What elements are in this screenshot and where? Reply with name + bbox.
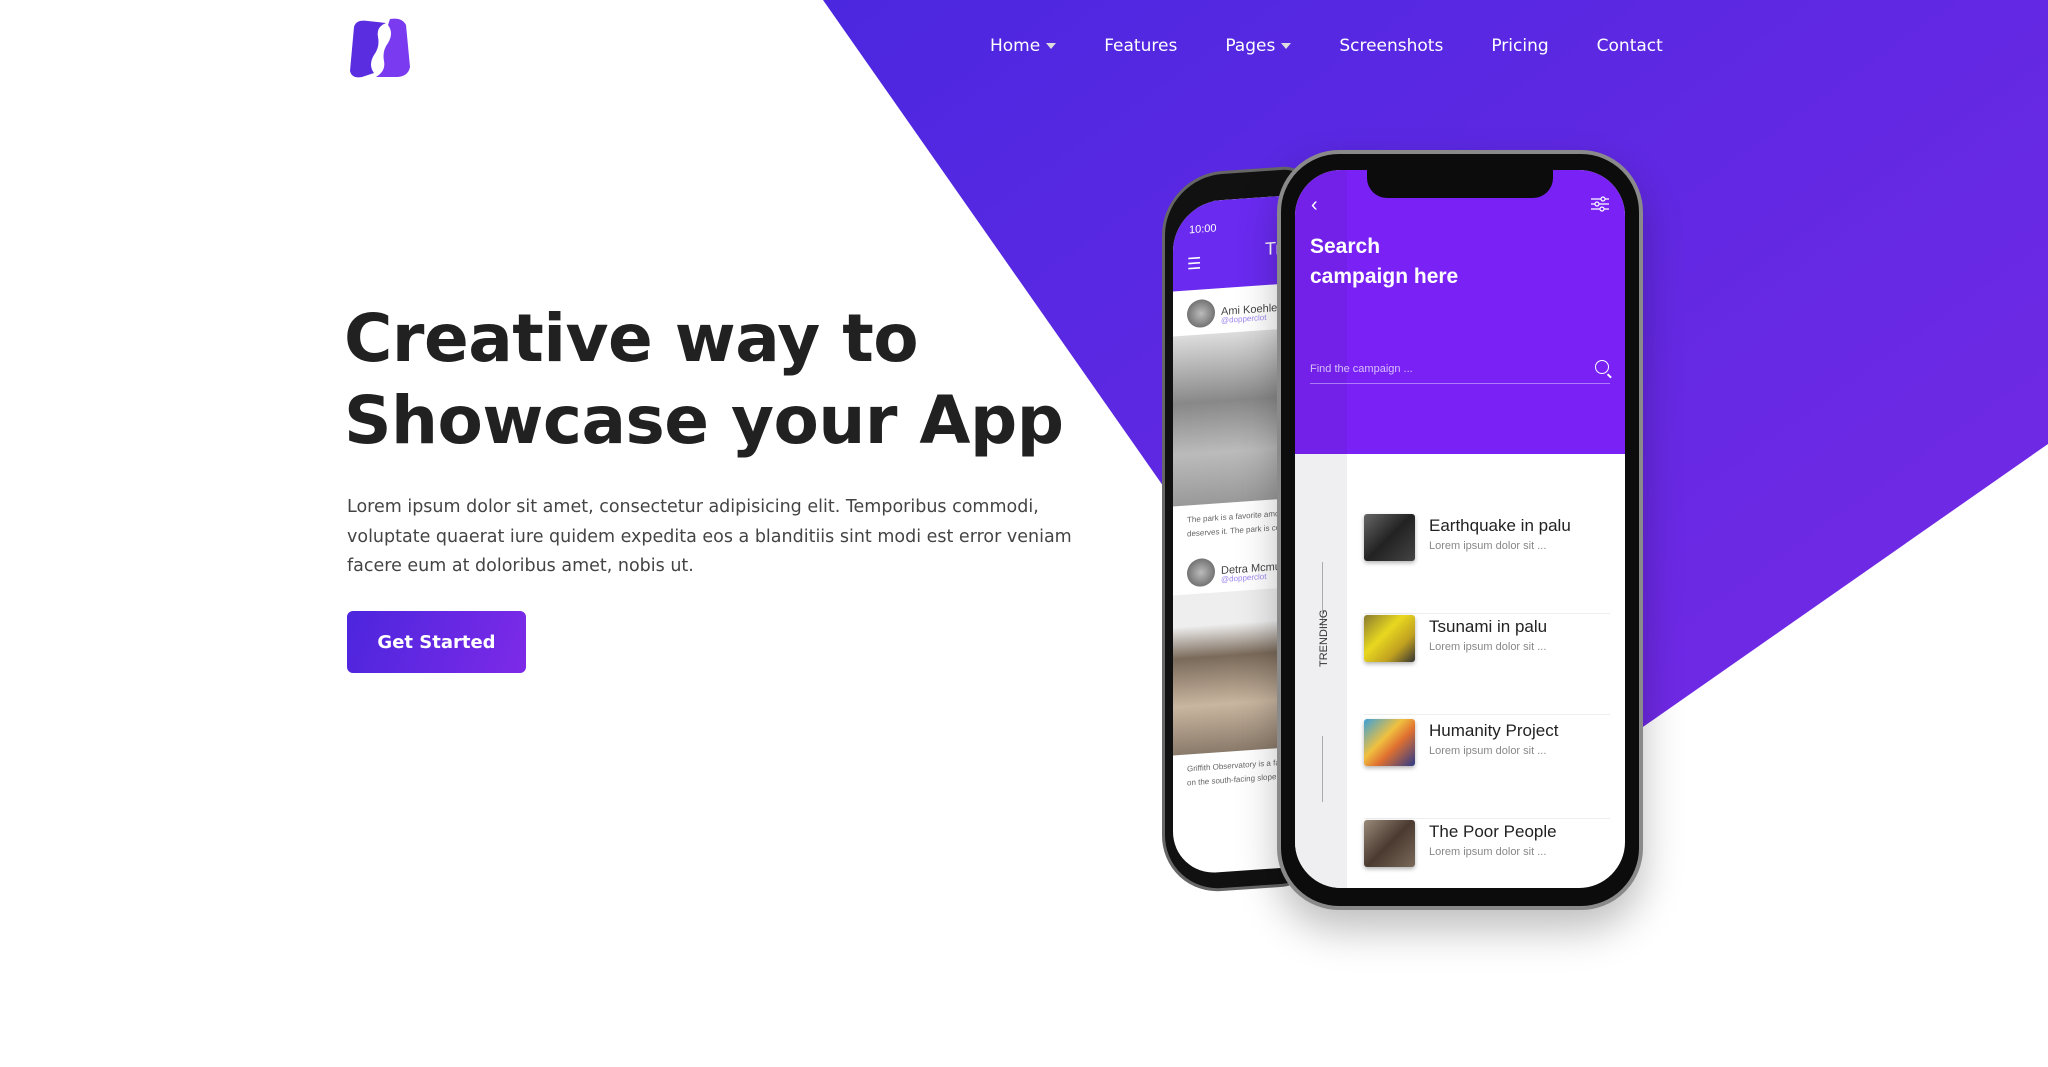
get-started-button[interactable]: Get Started — [347, 611, 526, 673]
campaign-title: Humanity Project — [1429, 721, 1559, 740]
search-icon[interactable] — [1595, 360, 1609, 374]
main-nav: Home Features Pages Screenshots Pricing … — [990, 36, 1663, 56]
campaign-subtitle: Lorem ipsum dolor sit ... — [1429, 745, 1547, 757]
trending-label: TRENDING — [1318, 609, 1330, 667]
brand-logo[interactable] — [346, 17, 412, 81]
nav-home-label: Home — [990, 36, 1041, 56]
nav-pages[interactable]: Pages — [1225, 36, 1292, 56]
campaign-title: The Poor People — [1429, 822, 1557, 841]
nav-home[interactable]: Home — [990, 36, 1057, 56]
search-title-line2: campaign here — [1310, 265, 1459, 288]
search-title-line1: Search — [1310, 235, 1381, 258]
avatar — [1187, 298, 1215, 329]
campaign-thumbnail — [1364, 615, 1415, 662]
nav-pages-label: Pages — [1225, 36, 1276, 56]
campaign-list-item[interactable]: Earthquake in palu Lorem ipsum dolor sit… — [1364, 514, 1610, 614]
filter-sliders-icon[interactable] — [1591, 196, 1609, 212]
campaign-title: Tsunami in palu — [1429, 617, 1548, 636]
phone-notch — [1367, 170, 1553, 198]
status-time: 10:00 — [1189, 222, 1217, 237]
hero-title-line2: Showcase your App — [344, 382, 1064, 459]
hero-description: Lorem ipsum dolor sit amet, consectetur … — [347, 497, 1072, 576]
trending-sidebar — [1295, 454, 1347, 888]
campaign-search-input[interactable] — [1310, 354, 1610, 384]
campaign-thumbnail — [1364, 820, 1415, 867]
campaign-title: Earthquake in palu — [1429, 516, 1571, 535]
nav-features[interactable]: Features — [1104, 36, 1177, 56]
campaign-thumbnail — [1364, 514, 1415, 561]
campaign-subtitle: Lorem ipsum dolor sit ... — [1429, 846, 1547, 858]
hero-title-line1: Creative way to — [344, 300, 919, 377]
hero-title: Creative way to Showcase your App — [344, 298, 1064, 462]
campaign-list-item[interactable]: Humanity Project Lorem ipsum dolor sit .… — [1364, 719, 1610, 819]
divider — [1322, 736, 1323, 802]
avatar — [1187, 557, 1215, 588]
front-phone-screen: ‹ Search campaign here TRENDING Earthquak… — [1295, 170, 1625, 888]
menu-icon: ☰ — [1187, 255, 1202, 274]
nav-pricing[interactable]: Pricing — [1491, 36, 1548, 56]
campaign-list-item[interactable]: The Poor People Lorem ipsum dolor sit ..… — [1364, 820, 1610, 888]
campaign-subtitle: Lorem ipsum dolor sit ... — [1429, 641, 1547, 653]
front-phone-mockup: ‹ Search campaign here TRENDING Earthquak… — [1277, 150, 1643, 910]
caret-down-icon — [1046, 43, 1057, 49]
campaign-list-item[interactable]: Tsunami in palu Lorem ipsum dolor sit ..… — [1364, 615, 1610, 715]
nav-screenshots[interactable]: Screenshots — [1339, 36, 1443, 56]
search-header: ‹ Search campaign here — [1295, 170, 1625, 454]
caret-down-icon — [1281, 43, 1292, 49]
campaign-thumbnail — [1364, 719, 1415, 766]
campaign-subtitle: Lorem ipsum dolor sit ... — [1429, 540, 1547, 552]
back-arrow-icon[interactable]: ‹ — [1311, 194, 1318, 217]
search-title: Search campaign here — [1310, 232, 1458, 292]
nav-contact[interactable]: Contact — [1597, 36, 1663, 56]
